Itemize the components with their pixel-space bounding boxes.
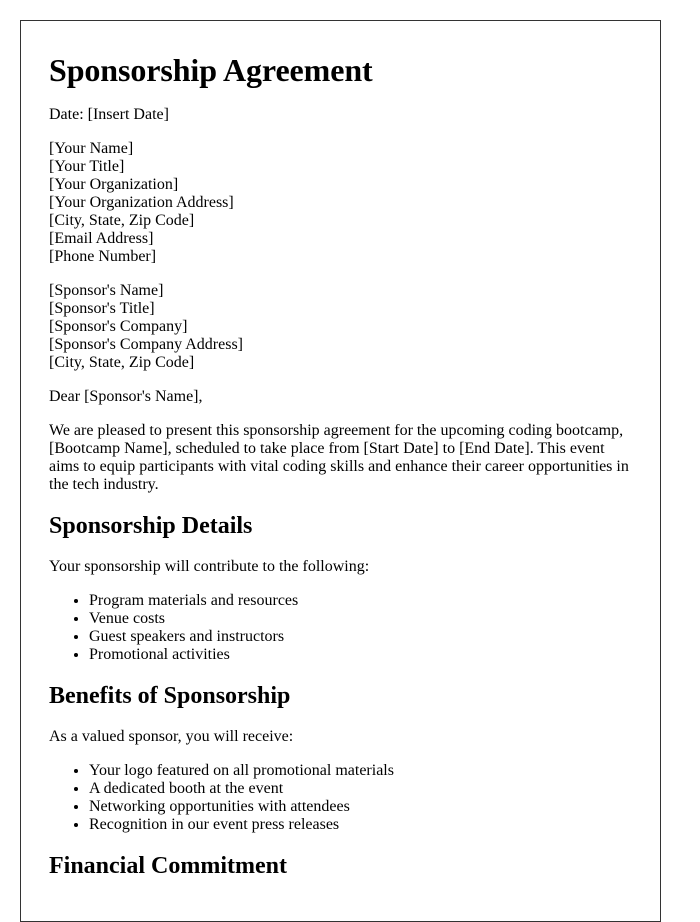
document-title: Sponsorship Agreement <box>49 52 373 88</box>
list-item: Networking opportunities with attendees <box>89 798 632 816</box>
benefits-list: Your logo featured on all promotional ma… <box>49 762 632 834</box>
sponsorship-details-list: Program materials and resources Venue co… <box>49 592 632 664</box>
document-page: Sponsorship Agreement Date: [Insert Date… <box>20 20 661 922</box>
benefits-lead: As a valued sponsor, you will receive: <box>49 728 294 745</box>
sender-phone: [Phone Number] <box>49 248 157 265</box>
recipient-title: [Sponsor's Title] <box>49 300 155 317</box>
sender-name: [Your Name] <box>49 140 134 157</box>
intro-paragraph: We are pleased to present this sponsorsh… <box>49 422 629 493</box>
sender-city-state-zip: [City, State, Zip Code] <box>49 212 195 229</box>
list-item: A dedicated booth at the event <box>89 780 632 798</box>
list-item: Your logo featured on all promotional ma… <box>89 762 632 780</box>
list-item: Program materials and resources <box>89 592 632 610</box>
list-item: Guest speakers and instructors <box>89 628 632 646</box>
list-item: Promotional activities <box>89 646 632 664</box>
list-item: Recognition in our event press releases <box>89 816 632 834</box>
sender-title: [Your Title] <box>49 158 125 175</box>
salutation: Dear [Sponsor's Name], <box>49 388 203 405</box>
recipient-address-block: [Sponsor's Name] [Sponsor's Title] [Spon… <box>49 282 632 372</box>
recipient-company: [Sponsor's Company] <box>49 318 188 335</box>
sender-organization: [Your Organization] <box>49 176 179 193</box>
section-heading-financial-commitment: Financial Commitment <box>49 853 287 879</box>
sponsorship-details-lead: Your sponsorship will contribute to the … <box>49 558 370 575</box>
date-line: Date: [Insert Date] <box>49 106 169 123</box>
sender-email: [Email Address] <box>49 230 154 247</box>
recipient-name: [Sponsor's Name] <box>49 282 164 299</box>
sender-organization-address: [Your Organization Address] <box>49 194 234 211</box>
recipient-company-address: [Sponsor's Company Address] <box>49 336 243 353</box>
section-heading-sponsorship-details: Sponsorship Details <box>49 513 253 539</box>
sender-address-block: [Your Name] [Your Title] [Your Organizat… <box>49 140 632 266</box>
section-heading-benefits: Benefits of Sponsorship <box>49 683 291 709</box>
recipient-city-state-zip: [City, State, Zip Code] <box>49 354 195 371</box>
list-item: Venue costs <box>89 610 632 628</box>
